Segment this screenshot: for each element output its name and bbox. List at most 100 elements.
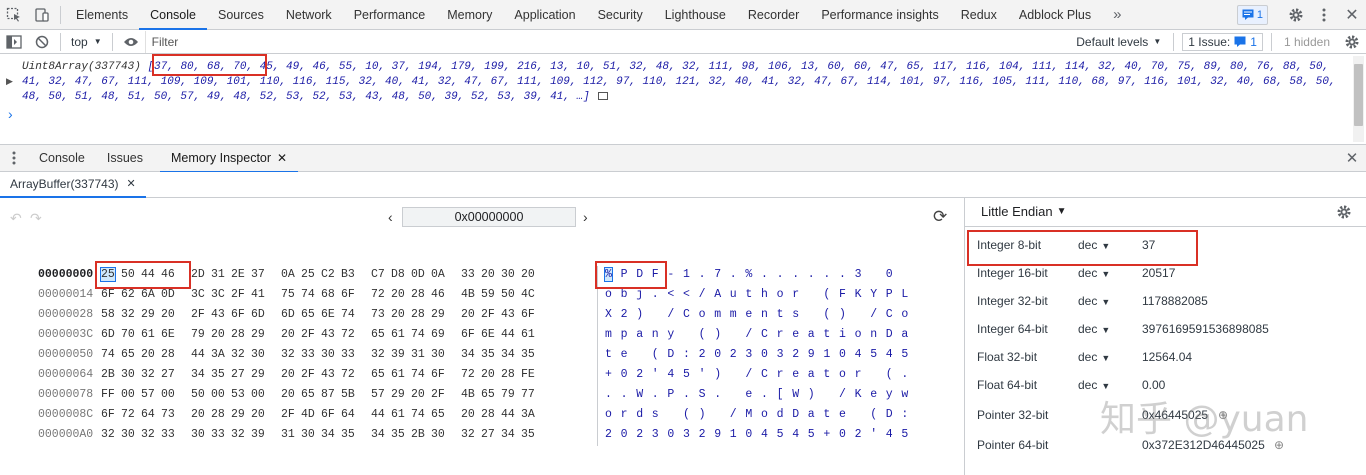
- ascii-char[interactable]: 7: [714, 268, 721, 281]
- ascii-char[interactable]: S: [699, 388, 706, 401]
- hex-byte[interactable]: 74: [341, 308, 355, 321]
- drawer-tab-console[interactable]: Console: [28, 143, 96, 173]
- hex-byte[interactable]: 31: [281, 428, 295, 441]
- hex-byte[interactable]: 6E: [481, 328, 495, 341]
- ascii-char[interactable]: C: [761, 368, 768, 381]
- ascii-char[interactable]: .: [777, 268, 784, 281]
- hex-byte[interactable]: 6F: [101, 288, 115, 301]
- ascii-char[interactable]: j: [636, 288, 643, 301]
- ascii-char[interactable]: 3: [777, 348, 784, 361]
- ascii-char[interactable]: t: [605, 348, 612, 361]
- hex-byte[interactable]: 30: [301, 428, 315, 441]
- hex-byte[interactable]: 74: [411, 328, 425, 341]
- ascii-char[interactable]: 0: [714, 348, 721, 361]
- close-drawer-icon[interactable]: ✕: [1338, 144, 1366, 172]
- device-toolbar-icon[interactable]: [28, 1, 56, 29]
- hex-byte[interactable]: 20: [211, 328, 225, 341]
- hex-byte[interactable]: 61: [391, 368, 405, 381]
- ascii-char[interactable]: M: [745, 408, 752, 421]
- tab-sources[interactable]: Sources: [207, 0, 275, 30]
- ascii-char[interactable]: e: [839, 408, 846, 421]
- hex-byte[interactable]: 64: [341, 408, 355, 421]
- ascii-char[interactable]: X: [605, 308, 612, 321]
- sidebar-toggle-icon[interactable]: [0, 28, 28, 56]
- hex-byte[interactable]: 34: [501, 428, 515, 441]
- hex-byte[interactable]: 32: [371, 348, 385, 361]
- hex-byte[interactable]: 29: [391, 388, 405, 401]
- expand-arrow-icon[interactable]: ▶: [6, 75, 13, 90]
- issues-counter[interactable]: 1 Issue: 1: [1182, 32, 1263, 51]
- hex-byte[interactable]: 50: [501, 288, 515, 301]
- ascii-char[interactable]: r: [792, 288, 799, 301]
- hex-byte[interactable]: 20: [481, 368, 495, 381]
- ascii-char[interactable]: 2: [699, 428, 706, 441]
- hex-byte[interactable]: 73: [371, 308, 385, 321]
- hex-byte[interactable]: 32: [141, 368, 155, 381]
- hex-byte[interactable]: 6E: [321, 308, 335, 321]
- hex-byte[interactable]: 6D: [281, 308, 295, 321]
- value-mode-dropdown[interactable]: dec ▼: [1078, 322, 1110, 336]
- ascii-char[interactable]: n: [761, 308, 768, 321]
- hex-byte[interactable]: 30: [431, 348, 445, 361]
- ascii-char[interactable]: r: [777, 328, 784, 341]
- drawer-tab-memory-inspector[interactable]: Memory Inspector ✕: [160, 143, 299, 173]
- hex-byte[interactable]: 53: [231, 388, 245, 401]
- ascii-char[interactable]: e: [870, 388, 877, 401]
- tab-elements[interactable]: Elements: [65, 0, 139, 30]
- console-scrollbar-thumb[interactable]: [1354, 64, 1363, 126]
- ascii-char[interactable]: A: [714, 288, 721, 301]
- hex-byte[interactable]: 6F: [341, 288, 355, 301]
- hex-byte[interactable]: 6F: [521, 308, 535, 321]
- ascii-char[interactable]: 4: [792, 428, 799, 441]
- ascii-char[interactable]: a: [808, 408, 815, 421]
- ascii-char[interactable]: 9: [714, 428, 721, 441]
- hex-byte[interactable]: 30: [191, 428, 205, 441]
- hex-byte[interactable]: 72: [371, 288, 385, 301]
- ascii-char[interactable]: 2: [621, 308, 628, 321]
- hex-byte[interactable]: 20: [461, 408, 475, 421]
- hex-byte[interactable]: 35: [341, 428, 355, 441]
- ascii-char[interactable]: K: [855, 388, 862, 401]
- hex-byte[interactable]: 29: [431, 308, 445, 321]
- ascii-char[interactable]: a: [636, 328, 643, 341]
- hex-byte[interactable]: C2: [321, 268, 335, 281]
- ascii-char[interactable]: <: [683, 288, 690, 301]
- ascii-char[interactable]: D: [792, 408, 799, 421]
- ascii-char[interactable]: s: [792, 308, 799, 321]
- ascii-char[interactable]: m: [714, 308, 721, 321]
- ascii-char[interactable]: .: [808, 268, 815, 281]
- ascii-char[interactable]: (: [683, 408, 690, 421]
- hex-byte[interactable]: 62: [121, 288, 135, 301]
- hex-byte[interactable]: 39: [391, 348, 405, 361]
- ascii-char[interactable]: P: [886, 288, 893, 301]
- hex-byte[interactable]: FF: [101, 388, 115, 401]
- ascii-char[interactable]: (: [823, 308, 830, 321]
- ascii-char[interactable]: ): [839, 308, 846, 321]
- hex-byte[interactable]: 2F: [301, 368, 315, 381]
- tab-recorder[interactable]: Recorder: [737, 0, 810, 30]
- tab-adblock-plus[interactable]: Adblock Plus: [1008, 0, 1102, 30]
- ascii-char[interactable]: 5: [901, 428, 908, 441]
- hex-byte[interactable]: 3A: [211, 348, 225, 361]
- ascii-char[interactable]: d: [636, 408, 643, 421]
- hex-byte[interactable]: 2B: [101, 368, 115, 381]
- ascii-char[interactable]: e: [792, 328, 799, 341]
- hex-byte[interactable]: 20: [281, 328, 295, 341]
- hex-byte[interactable]: 4B: [461, 288, 475, 301]
- hex-byte[interactable]: 37: [251, 268, 265, 281]
- hex-byte[interactable]: 30: [121, 368, 135, 381]
- buffer-tab[interactable]: ArrayBuffer(337743) ✕: [0, 172, 146, 198]
- ascii-char[interactable]: <: [667, 288, 674, 301]
- hex-byte[interactable]: 61: [521, 328, 535, 341]
- more-options-icon[interactable]: [1310, 1, 1338, 29]
- hex-byte[interactable]: 32: [121, 308, 135, 321]
- context-selector[interactable]: top ▼: [65, 35, 108, 49]
- console-filter-input[interactable]: [144, 30, 1065, 53]
- hex-byte[interactable]: 20: [281, 388, 295, 401]
- hex-byte[interactable]: 6F: [461, 328, 475, 341]
- ascii-char[interactable]: W: [792, 388, 799, 401]
- ascii-char[interactable]: e: [745, 388, 752, 401]
- hex-byte[interactable]: 31: [211, 268, 225, 281]
- ascii-char[interactable]: o: [605, 408, 612, 421]
- hex-byte[interactable]: 33: [211, 428, 225, 441]
